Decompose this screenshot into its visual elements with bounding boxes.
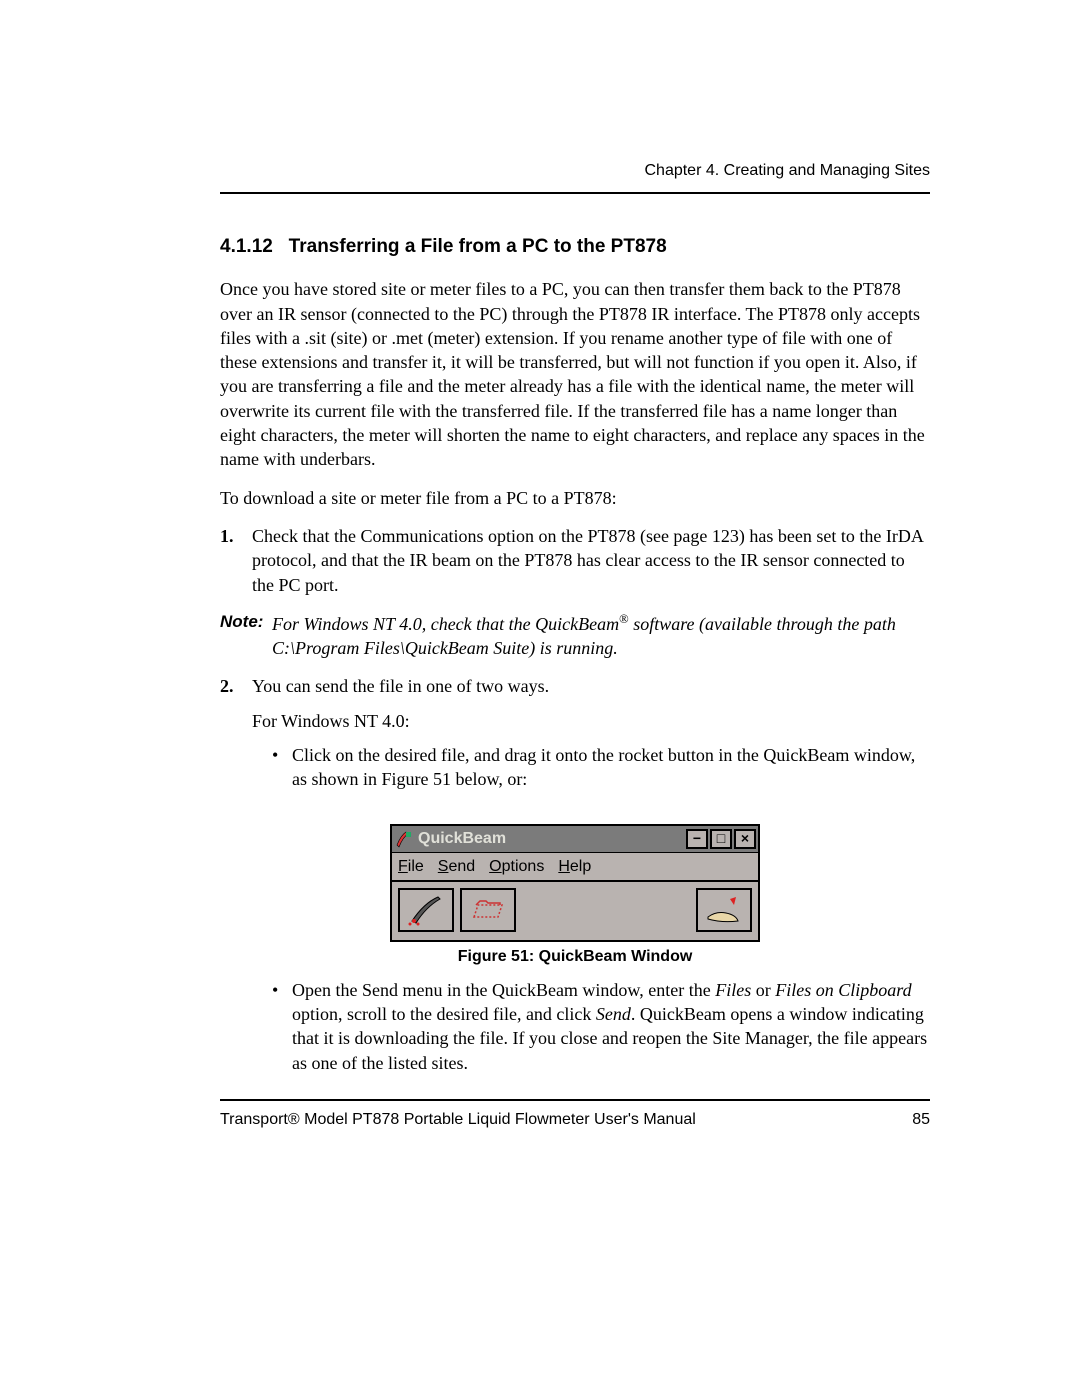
titlebar: QuickBeam − □ ×	[392, 826, 758, 852]
running-head: Chapter 4. Creating and Managing Sites	[220, 160, 930, 194]
figure-caption: Figure 51: QuickBeam Window	[390, 946, 760, 968]
bullet-text: Click on the desired file, and drag it o…	[292, 743, 930, 792]
hand-send-icon	[702, 893, 746, 927]
bullet-item-2: • Open the Send menu in the QuickBeam wi…	[272, 978, 930, 1075]
step-text: You can send the file in one of two ways…	[252, 674, 930, 803]
bullet-list: • Click on the desired file, and drag it…	[272, 743, 930, 792]
bullet-item-1: • Click on the desired file, and drag it…	[272, 743, 930, 792]
intro-paragraph: Once you have stored site or meter files…	[220, 277, 930, 471]
toolbar	[392, 882, 758, 940]
menu-file[interactable]: File	[398, 856, 424, 878]
note-block: Note: For Windows NT 4.0, check that the…	[220, 611, 930, 661]
maximize-button[interactable]: □	[710, 829, 732, 849]
bullet-glyph: •	[272, 743, 292, 792]
numbered-steps: 1. Check that the Communications option …	[220, 524, 930, 597]
section-heading: 4.1.12 Transferring a File from a PC to …	[220, 234, 930, 260]
page-footer: Transport® Model PT878 Portable Liquid F…	[220, 1099, 930, 1131]
note-body: For Windows NT 4.0, check that the Quick…	[272, 611, 930, 661]
step-1: 1. Check that the Communications option …	[220, 524, 930, 597]
close-button[interactable]: ×	[734, 829, 756, 849]
step-subhead: For Windows NT 4.0:	[252, 709, 930, 733]
send-button[interactable]	[696, 888, 752, 932]
menubar: File Send Options Help	[392, 852, 758, 883]
footer-left: Transport® Model PT878 Portable Liquid F…	[220, 1109, 696, 1131]
rocket-button[interactable]	[398, 888, 454, 932]
footer-page: 85	[912, 1109, 930, 1131]
lead-in: To download a site or meter file from a …	[220, 486, 930, 510]
menu-send[interactable]: Send	[438, 856, 475, 878]
running-head-text: Chapter 4. Creating and Managing Sites	[644, 162, 930, 179]
registered-mark: ®	[619, 612, 629, 626]
titlebar-text: QuickBeam	[418, 828, 506, 850]
quickbeam-window: QuickBeam − □ × File Send Options Help	[390, 824, 760, 943]
menu-options[interactable]: Options	[489, 856, 544, 878]
figure-51: QuickBeam − □ × File Send Options Help	[390, 824, 760, 968]
app-icon	[394, 830, 414, 848]
bullet-text: Open the Send menu in the QuickBeam wind…	[292, 978, 930, 1075]
bullet-glyph: •	[272, 978, 292, 1075]
minimize-button[interactable]: −	[686, 829, 708, 849]
step-number: 1.	[220, 524, 252, 597]
folder-button[interactable]	[460, 888, 516, 932]
folder-open-icon	[466, 893, 510, 927]
step-number: 2.	[220, 674, 252, 803]
section-title: Transferring a File from a PC to the PT8…	[289, 236, 667, 257]
step-text: Check that the Communications option on …	[252, 524, 930, 597]
rocket-icon	[404, 893, 448, 927]
numbered-steps-cont: 2. You can send the file in one of two w…	[220, 674, 930, 803]
window-buttons: − □ ×	[684, 829, 756, 849]
step-2: 2. You can send the file in one of two w…	[220, 674, 930, 803]
bullet-list-after-fig: • Open the Send menu in the QuickBeam wi…	[272, 978, 930, 1075]
note-label: Note:	[220, 611, 272, 661]
menu-help[interactable]: Help	[558, 856, 591, 878]
section-number: 4.1.12	[220, 236, 273, 257]
